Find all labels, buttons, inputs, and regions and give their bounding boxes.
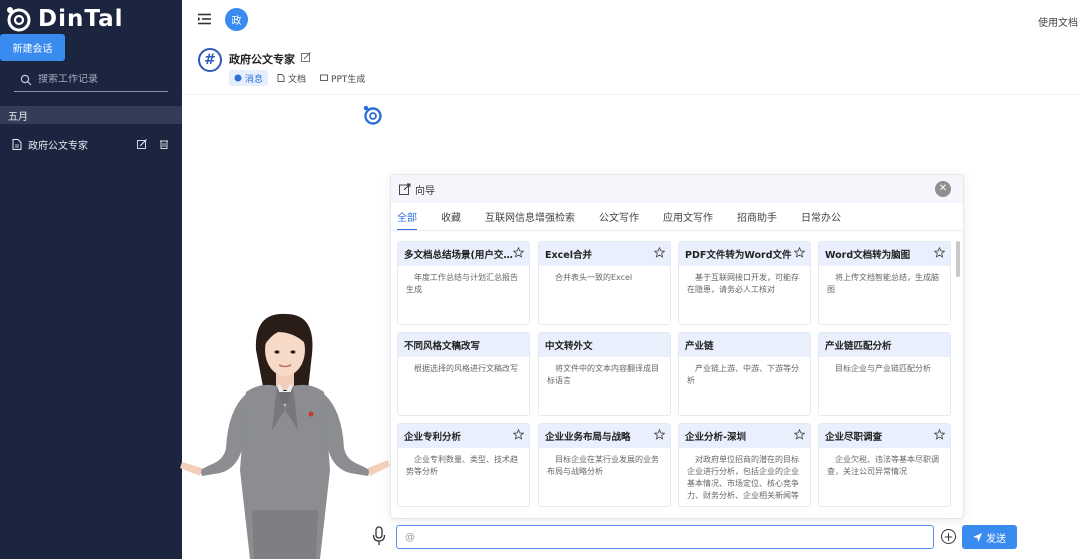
history-item-label: 政府公文专家 (28, 140, 88, 152)
wizard-card[interactable]: 企业专利分析 企业专利数量、类型、技术趋势等分析 (397, 423, 530, 507)
chat-input[interactable] (396, 525, 934, 549)
card-title: 不同风格文稿改写 (404, 341, 481, 352)
search-icon (20, 74, 32, 85)
card-description: 根据选择的风格进行文稿改写 (414, 364, 518, 373)
wizard-card[interactable]: Word文档转为脑图 将上传文档智能总结，生成脑图 (818, 241, 951, 325)
card-description: 目标企业与产业链匹配分析 (835, 364, 931, 373)
send-label: 发送 (986, 533, 1006, 545)
card-description: 企业欠税、违法等基本尽职调查，关注公司异常情况 (827, 455, 939, 476)
card-description: 将文件中的文本内容翻译成目标语言 (547, 364, 659, 385)
docs-link[interactable]: 使用文档 (1038, 14, 1078, 29)
star-icon[interactable] (794, 247, 805, 258)
wizard-card[interactable]: 产业链匹配分析 目标企业与产业链匹配分析 (818, 332, 951, 416)
wizard-tabs: 全部 收藏 互联网信息增强检索 公文写作 应用文写作 招商助手 日常办公 (397, 209, 865, 231)
wizard-tab-office[interactable]: 日常办公 (801, 209, 841, 231)
card-description: 企业专利数量、类型、技术趋势等分析 (406, 455, 518, 476)
edit-title-icon[interactable] (301, 52, 311, 62)
wizard-tab-all[interactable]: 全部 (397, 209, 417, 231)
user-avatar[interactable]: 政 (225, 8, 248, 31)
history-search-input[interactable] (38, 74, 158, 85)
card-title: 产业链匹配分析 (825, 341, 892, 352)
new-chat-button[interactable]: 新建会话 (0, 34, 65, 61)
wizard-tab-investment[interactable]: 招商助手 (737, 209, 777, 231)
tabs-divider (391, 230, 963, 231)
brand-logo[interactable]: DinTal (4, 4, 123, 34)
edit-icon[interactable] (137, 139, 147, 149)
card-title: 中文转外文 (545, 341, 593, 352)
wizard-tab-favorites[interactable]: 收藏 (441, 209, 461, 231)
card-description: 合并表头一致的Excel (555, 273, 633, 282)
tab-ppt-label: PPT生成 (331, 74, 366, 85)
card-title: 企业业务布局与战略 (545, 432, 631, 443)
star-icon[interactable] (934, 247, 945, 258)
card-description: 目标企业在某行业发展的业务布局与战略分析 (547, 455, 659, 476)
tab-ppt[interactable]: PPT生成 (315, 70, 370, 86)
wizard-card[interactable]: 企业业务布局与战略 目标企业在某行业发展的业务布局与战略分析 (538, 423, 671, 507)
history-search[interactable] (14, 68, 168, 92)
send-button[interactable]: 发送 (962, 525, 1017, 549)
card-title: 多文档总结场景(用户交... (404, 250, 514, 261)
sidebar: DinTal 新建会话 五月 政府公文专家 (0, 0, 182, 559)
card-title: Word文档转为脑图 (825, 250, 911, 261)
tab-documents-label: 文档 (288, 74, 307, 85)
star-icon[interactable] (513, 429, 524, 440)
card-title: PDF文件转为Word文件 (685, 250, 792, 261)
wizard-card[interactable]: 产业链 产业链上游、中游、下游等分析 (678, 332, 811, 416)
card-title: 企业分析-深圳 (685, 432, 746, 443)
bot-logo-icon (363, 105, 382, 125)
wizard-panel: 向导 ✕ 全部 收藏 互联网信息增强检索 公文写作 应用文写作 招商助手 日常办… (390, 174, 964, 519)
card-title: 产业链 (685, 341, 714, 352)
wizard-scrollbar[interactable] (956, 241, 960, 277)
dintal-logo-icon (7, 7, 31, 32)
send-icon (973, 532, 982, 542)
star-icon[interactable] (794, 429, 805, 440)
document-icon (12, 138, 22, 150)
tab-messages-label: 消息 (245, 74, 264, 85)
digital-human-avatar (180, 313, 390, 559)
agent-title: 政府公文专家 (229, 53, 295, 66)
menu-toggle-icon[interactable] (198, 13, 211, 25)
brand-name: DinTal (38, 6, 124, 32)
star-icon[interactable] (654, 247, 665, 258)
card-title: 企业专利分析 (404, 432, 462, 443)
wizard-card[interactable]: 多文档总结场景(用户交... 年度工作总结与计划汇总报告生成 (397, 241, 530, 325)
wizard-card[interactable]: PDF文件转为Word文件 基于互联网接口开发，可能存在隐患，请务必人工核对 (678, 241, 811, 325)
tab-documents[interactable]: 文档 (272, 70, 311, 86)
history-item[interactable]: 政府公文专家 (0, 132, 182, 156)
card-description: 年度工作总结与计划汇总报告生成 (406, 273, 518, 294)
tab-messages[interactable]: 消息 (229, 70, 269, 86)
wizard-header: 向导 (391, 175, 963, 203)
wizard-tab-official-writing[interactable]: 公文写作 (599, 209, 639, 231)
delete-icon[interactable] (159, 139, 169, 149)
add-attachment-button[interactable]: + (941, 529, 956, 544)
wizard-tab-internet-search[interactable]: 互联网信息增强检索 (485, 209, 575, 231)
card-description: 对政府单位招商的潜在的目标企业进行分析，包括企业的企业基本情况、市场定位、核心竞… (687, 455, 799, 500)
wizard-card[interactable]: 中文转外文 将文件中的文本内容翻译成目标语言 (538, 332, 671, 416)
card-description: 将上传文档智能总结，生成脑图 (827, 273, 939, 294)
wizard-tab-applied-writing[interactable]: 应用文写作 (663, 209, 713, 231)
star-icon[interactable] (934, 429, 945, 440)
slides-icon (320, 74, 328, 81)
card-description: 基于互联网接口开发，可能存在隐患，请务必人工核对 (687, 273, 799, 294)
agent-hash-icon: # (198, 48, 222, 72)
header-divider (182, 94, 1080, 95)
wizard-card[interactable]: 企业尽职调查 企业欠税、违法等基本尽职调查，关注公司异常情况 (818, 423, 951, 507)
agent-tabs: 消息 文档 PPT生成 (229, 70, 374, 86)
wizard-title: 向导 (415, 185, 435, 197)
wizard-icon (399, 183, 411, 195)
close-icon[interactable]: ✕ (935, 181, 951, 197)
wizard-card[interactable]: 不同风格文稿改写 根据选择的风格进行文稿改写 (397, 332, 530, 416)
document-icon (277, 74, 285, 82)
star-icon[interactable] (513, 247, 524, 258)
microphone-icon[interactable] (372, 526, 386, 546)
card-title: Excel合并 (545, 250, 592, 261)
card-description: 产业链上游、中游、下游等分析 (687, 364, 799, 385)
message-icon (234, 74, 242, 82)
star-icon[interactable] (654, 429, 665, 440)
month-group-header: 五月 (0, 106, 182, 124)
card-title: 企业尽职调查 (825, 432, 883, 443)
wizard-card[interactable]: 企业分析-深圳 对政府单位招商的潜在的目标企业进行分析，包括企业的企业基本情况、… (678, 423, 811, 507)
wizard-card[interactable]: Excel合并 合并表头一致的Excel (538, 241, 671, 325)
